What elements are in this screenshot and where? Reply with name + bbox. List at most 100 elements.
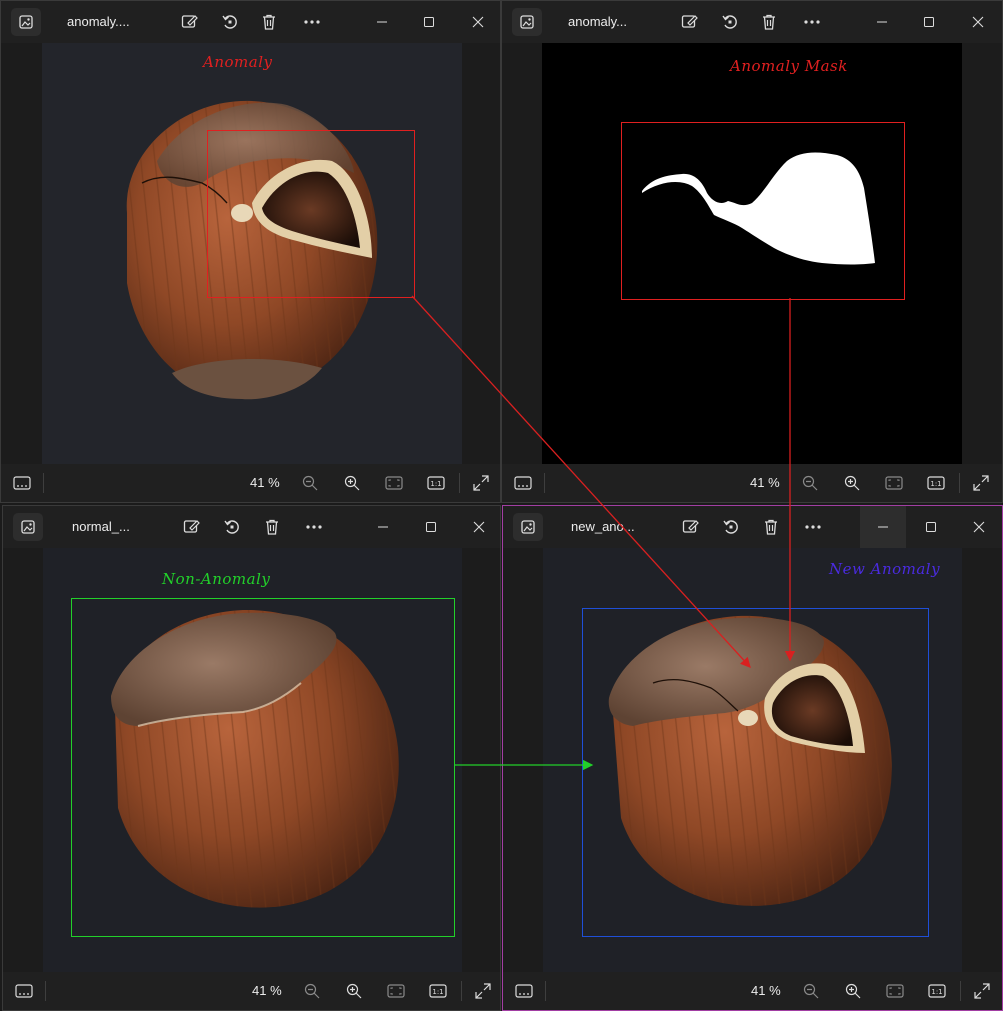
title-bar[interactable]: anomaly.... [1,1,500,43]
status-bar: 41 % 1:1 [502,464,1002,502]
image-viewport[interactable]: Anomaly [1,43,500,464]
photo-app-icon[interactable] [513,513,543,541]
fullscreen-icon[interactable] [970,472,992,494]
photo-app-icon[interactable] [11,8,41,36]
normal-highlight-box [71,598,455,937]
zoom-in-icon[interactable] [842,980,864,1002]
actual-size-icon[interactable]: 1:1 [926,980,948,1002]
zoom-in-icon[interactable] [841,472,863,494]
actual-size-label: 1:1 [432,988,443,996]
divider [43,473,44,493]
rotate-icon[interactable] [220,515,244,539]
filmstrip-icon[interactable] [512,472,534,494]
rotate-icon[interactable] [719,515,743,539]
maximize-icon[interactable] [408,506,454,548]
maximize-icon[interactable] [908,506,954,548]
divider [459,473,460,493]
zoom-out-icon[interactable] [800,980,822,1002]
title-bar[interactable]: anomaly... [502,1,1002,43]
divider [45,981,46,1001]
mask-highlight-box [621,122,905,300]
divider [461,981,462,1001]
actual-size-icon[interactable]: 1:1 [425,472,447,494]
zoom-out-icon[interactable] [299,472,321,494]
image-viewport[interactable]: Anomaly Mask [502,43,1002,464]
maximize-icon[interactable] [406,1,452,43]
image-viewport[interactable]: Non-Anomaly [3,548,500,972]
close-icon[interactable] [456,506,500,548]
actual-size-icon[interactable]: 1:1 [925,472,947,494]
filmstrip-icon[interactable] [11,472,33,494]
minimize-icon[interactable] [359,1,405,43]
rotate-icon[interactable] [218,10,242,34]
window-title: anomaly... [568,14,628,29]
fit-to-window-icon[interactable] [883,472,905,494]
zoom-level: 41 % [750,475,780,490]
annotation-label: Non-Anomaly [162,570,271,588]
window-anomaly-mask: anomaly... Anomaly Mask 41 % 1:1 [501,0,1003,503]
status-bar: 41 % 1:1 [3,972,500,1010]
annotation-label: Anomaly Mask [730,57,848,75]
window-title: normal_... [72,519,130,534]
title-bar[interactable]: normal_... [3,506,500,548]
title-bar[interactable]: new_ano... [503,506,1002,548]
image-viewport[interactable]: New Anomaly [503,548,1002,972]
actual-size-label: 1:1 [430,480,441,488]
fullscreen-icon[interactable] [470,472,492,494]
fit-to-window-icon[interactable] [884,980,906,1002]
zoom-level: 41 % [250,475,280,490]
window-title: anomaly.... [67,14,130,29]
fullscreen-icon[interactable] [971,980,993,1002]
divider [545,981,546,1001]
anomaly-highlight-box [207,130,415,298]
status-bar: 41 % 1:1 [1,464,500,502]
close-icon[interactable] [955,1,1001,43]
close-icon[interactable] [455,1,500,43]
zoom-in-icon[interactable] [341,472,363,494]
window-anomaly: anomaly.... Anomaly 41 % 1:1 [0,0,501,503]
actual-size-label: 1:1 [931,988,942,996]
photo-app-icon[interactable] [13,513,43,541]
annotation-label: New Anomaly [829,560,941,578]
more-icon[interactable] [800,10,824,34]
zoom-level: 41 % [252,983,282,998]
more-icon[interactable] [302,515,326,539]
zoom-level: 41 % [751,983,781,998]
zoom-out-icon[interactable] [799,472,821,494]
rotate-icon[interactable] [718,10,742,34]
minimize-icon[interactable] [860,506,906,548]
more-icon[interactable] [300,10,324,34]
fit-to-window-icon[interactable] [385,980,407,1002]
minimize-icon[interactable] [859,1,905,43]
window-normal: normal_... Non-Anomaly 41 % 1:1 [2,505,501,1011]
divider [544,473,545,493]
zoom-out-icon[interactable] [301,980,323,1002]
new-anomaly-highlight-box [582,608,929,937]
window-title: new_ano... [571,519,635,534]
actual-size-label: 1:1 [930,480,941,488]
status-bar: 41 % 1:1 [503,972,1002,1010]
window-new-anomaly: new_ano... New Anomaly 41 % 1:1 [502,505,1003,1011]
edit-image-icon[interactable] [180,515,204,539]
minimize-icon[interactable] [360,506,406,548]
fullscreen-icon[interactable] [472,980,494,1002]
annotation-label: Anomaly [203,53,273,71]
filmstrip-icon[interactable] [513,980,535,1002]
fit-to-window-icon[interactable] [383,472,405,494]
photo-app-icon[interactable] [512,8,542,36]
delete-icon[interactable] [257,10,281,34]
close-icon[interactable] [956,506,1002,548]
more-icon[interactable] [801,515,825,539]
divider [960,981,961,1001]
filmstrip-icon[interactable] [13,980,35,1002]
delete-icon[interactable] [759,515,783,539]
divider [959,473,960,493]
edit-image-icon[interactable] [678,10,702,34]
zoom-in-icon[interactable] [343,980,365,1002]
delete-icon[interactable] [260,515,284,539]
maximize-icon[interactable] [906,1,952,43]
edit-image-icon[interactable] [178,10,202,34]
actual-size-icon[interactable]: 1:1 [427,980,449,1002]
delete-icon[interactable] [757,10,781,34]
edit-image-icon[interactable] [679,515,703,539]
